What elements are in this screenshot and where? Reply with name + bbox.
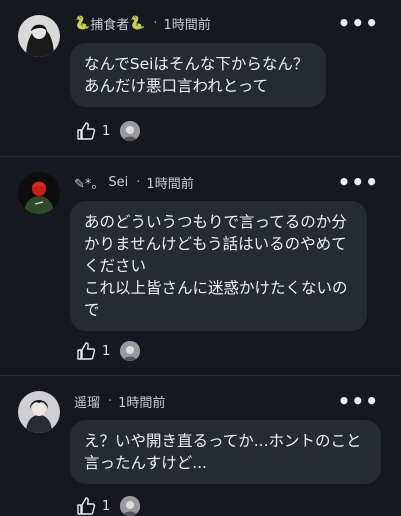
- comment-meta: 🐍 捕食者 🐍 · 1時間前: [74, 14, 211, 33]
- divider: [0, 156, 401, 157]
- more-options-icon[interactable]: •••: [338, 391, 379, 411]
- like-count: 1: [102, 498, 111, 514]
- like-count: 1: [102, 343, 111, 359]
- comment-text-line: 言ったんすけど...: [84, 454, 207, 472]
- comment-text-line: あのどういうつもりで言ってるのか分: [84, 213, 347, 231]
- author-name[interactable]: 捕食者: [90, 14, 129, 33]
- more-options-icon[interactable]: •••: [338, 13, 379, 33]
- comment-text-line: これ以上皆さんに迷惑かけたくないの: [84, 279, 348, 297]
- author-name[interactable]: Sei: [108, 175, 128, 190]
- comment-meta: 遥瑠 · 1時間前: [74, 392, 165, 411]
- separator-dot: ·: [136, 175, 141, 190]
- comment-text-line: え？いや開き直るってか...ホントのこと: [84, 432, 362, 450]
- liker-avatar[interactable]: [120, 341, 141, 361]
- comment-actions: 1: [76, 341, 141, 361]
- like-count: 1: [102, 123, 111, 139]
- avatar[interactable]: [18, 15, 60, 57]
- avatar[interactable]: [18, 172, 60, 214]
- comment-text-line: ください: [84, 257, 147, 275]
- pencil-decoration: ✎*。: [74, 177, 105, 192]
- comment-text-line: なんでSeiはそんな下からなん？: [84, 55, 309, 73]
- comment-actions: 1: [76, 121, 141, 141]
- snake-icon: 🐍: [74, 16, 91, 31]
- timestamp: 1時間前: [118, 396, 166, 411]
- comment-bubble: あのどういうつもりで言ってるのか分 かりませんけどもう話はいるのやめて ください…: [70, 201, 367, 331]
- divider: [0, 375, 401, 376]
- like-thumb-icon[interactable]: [76, 121, 96, 141]
- like-thumb-icon[interactable]: [76, 496, 96, 516]
- timestamp: 1時間前: [163, 18, 211, 33]
- comment-bubble: なんでSeiはそんな下からなん？ あんだけ悪口言われとって: [70, 43, 326, 107]
- separator-dot: ·: [153, 16, 158, 31]
- like-thumb-icon[interactable]: [76, 341, 96, 361]
- author-name[interactable]: 遥瑠: [74, 392, 100, 411]
- timestamp: 1時間前: [146, 177, 194, 192]
- comment-meta: ✎*。 Sei · 1時間前: [74, 173, 194, 192]
- liker-avatar[interactable]: [120, 121, 141, 141]
- separator-dot: ·: [108, 394, 113, 409]
- snake-icon: 🐍: [129, 16, 146, 31]
- comment-text-line: あんだけ悪口言われとって: [84, 77, 268, 95]
- avatar[interactable]: [18, 391, 60, 433]
- more-options-icon[interactable]: •••: [338, 172, 379, 192]
- liker-avatar[interactable]: [120, 496, 141, 516]
- comment-bubble: え？いや開き直るってか...ホントのこと 言ったんすけど...: [70, 420, 381, 484]
- comment-text-line: で: [84, 301, 100, 319]
- comment-text-line: かりませんけどもう話はいるのやめて: [84, 235, 347, 253]
- comment-actions: 1: [76, 496, 141, 516]
